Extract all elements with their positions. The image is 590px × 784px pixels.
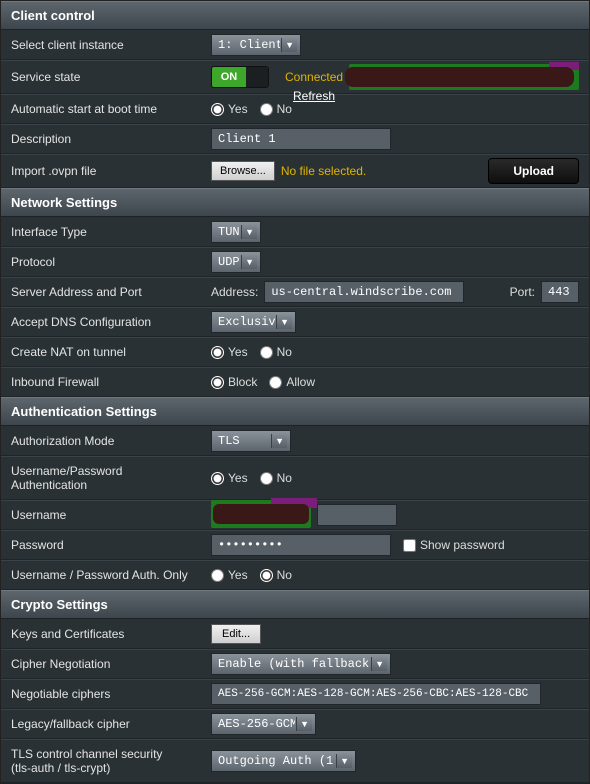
section-crypto: Crypto Settings [1, 590, 589, 619]
import-ovpn-label: Import .ovpn file [1, 160, 211, 182]
auth-mode-label: Authorization Mode [1, 430, 211, 452]
auto-start-no[interactable] [260, 103, 273, 116]
select-client-instance[interactable]: 1: Client 1 [211, 34, 301, 56]
userpass-only-yes[interactable] [211, 569, 224, 582]
create-nat-label: Create NAT on tunnel [1, 341, 211, 363]
server-address-label: Server Address and Port [1, 281, 211, 303]
protocol-label: Protocol [1, 251, 211, 273]
cipher-neg-select[interactable]: Enable (with fallback) [211, 653, 391, 675]
username-input[interactable] [317, 504, 397, 526]
show-password-label: Show password [420, 538, 505, 552]
auto-start-radio-group: Yes No [211, 102, 292, 116]
userpass-only-no[interactable] [260, 569, 273, 582]
inbound-firewall-label: Inbound Firewall [1, 371, 211, 393]
browse-button[interactable]: Browse... [211, 161, 275, 181]
server-port-input[interactable] [541, 281, 579, 303]
userpass-only-label: Username / Password Auth. Only [1, 564, 211, 586]
dns-config-label: Accept DNS Configuration [1, 311, 211, 333]
neg-ciphers-input[interactable] [211, 683, 541, 705]
nat-yes[interactable] [211, 346, 224, 359]
userpass-auth-label: Username/Password Authentication [1, 460, 211, 496]
interface-type-select[interactable]: TUN [211, 221, 261, 243]
description-input[interactable] [211, 128, 391, 150]
auto-start-yes[interactable] [211, 103, 224, 116]
firewall-block[interactable] [211, 376, 224, 389]
password-input[interactable] [211, 534, 391, 556]
legacy-cipher-select[interactable]: AES-256-GCM [211, 713, 316, 735]
select-client-label: Select client instance [1, 34, 211, 56]
port-sublabel: Port: [510, 285, 535, 299]
section-auth: Authentication Settings [1, 397, 589, 426]
address-sublabel: Address: [211, 285, 258, 299]
firewall-allow[interactable] [269, 376, 282, 389]
refresh-link[interactable]: Refresh [293, 89, 335, 103]
service-status: Connected [285, 70, 343, 84]
userpass-yes[interactable] [211, 472, 224, 485]
edit-keys-button[interactable]: Edit... [211, 624, 261, 644]
section-client-control: Client control [1, 1, 589, 30]
service-state-label: Service state [1, 66, 211, 88]
description-label: Description [1, 128, 211, 150]
upload-button[interactable]: Upload [488, 158, 579, 184]
section-network: Network Settings [1, 188, 589, 217]
service-state-toggle[interactable]: ON [211, 66, 269, 88]
nat-no[interactable] [260, 346, 273, 359]
server-address-input[interactable] [264, 281, 464, 303]
tls-control-sublabel: (tls-auth / tls-crypt) [11, 761, 110, 775]
userpass-no[interactable] [260, 472, 273, 485]
tls-control-select[interactable]: Outgoing Auth (1) [211, 750, 356, 772]
protocol-select[interactable]: UDP [211, 251, 261, 273]
redacted-region [349, 64, 579, 90]
interface-type-label: Interface Type [1, 221, 211, 243]
username-label: Username [1, 504, 211, 526]
auto-start-label: Automatic start at boot time [1, 98, 211, 120]
password-label: Password [1, 534, 211, 556]
keys-certs-label: Keys and Certificates [1, 623, 211, 645]
neg-ciphers-label: Negotiable ciphers [1, 683, 211, 705]
no-file-selected: No file selected. [281, 164, 366, 178]
dns-config-select[interactable]: Exclusive [211, 311, 296, 333]
legacy-cipher-label: Legacy/fallback cipher [1, 713, 211, 735]
cipher-neg-label: Cipher Negotiation [1, 653, 211, 675]
auth-mode-select[interactable]: TLS [211, 430, 291, 452]
show-password-checkbox[interactable] [403, 539, 416, 552]
tls-control-label: TLS control channel security (tls-auth /… [1, 743, 211, 779]
